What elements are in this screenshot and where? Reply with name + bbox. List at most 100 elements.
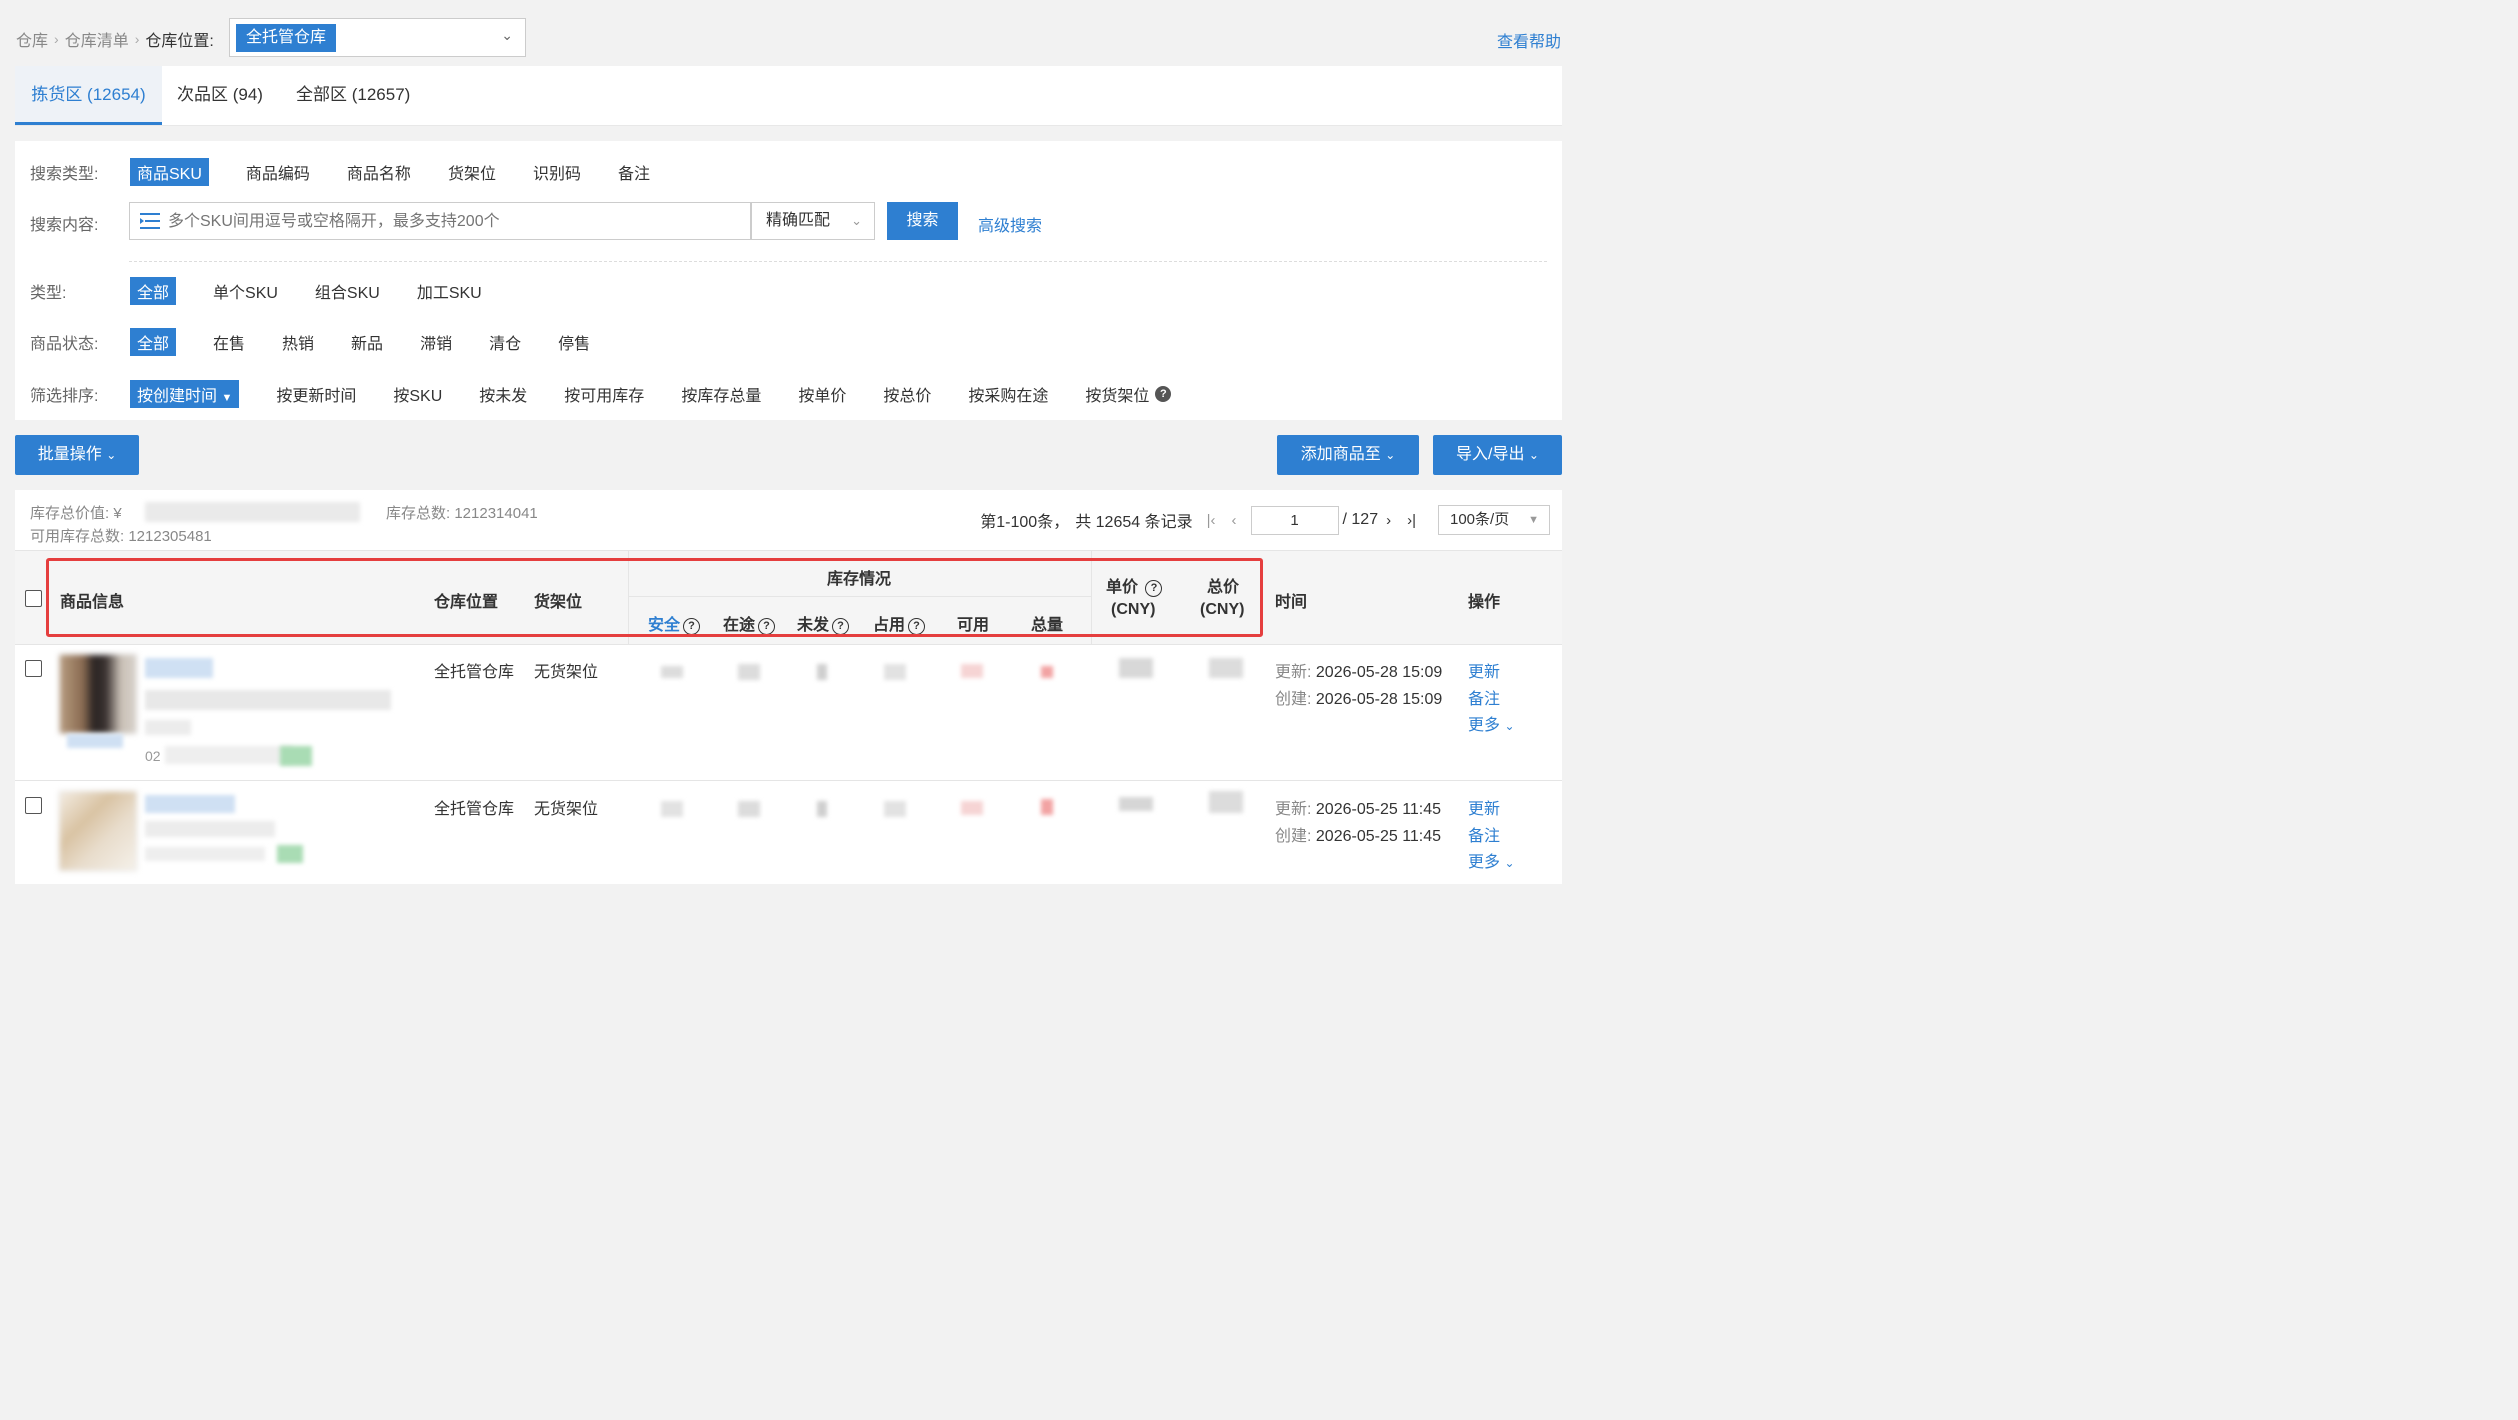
chevron-down-icon: ⌄ — [1504, 719, 1515, 733]
row-location: 全托管仓库 — [434, 801, 515, 818]
chevron-down-icon: ⌄ — [501, 27, 513, 43]
status-option[interactable]: 滞销 — [420, 330, 452, 354]
tab-picking-zone[interactable]: 拣货区 (12654) — [15, 66, 162, 125]
sort-option[interactable]: 按库存总量 — [681, 382, 761, 406]
next-page-icon[interactable]: › — [1386, 512, 1391, 529]
sort-option[interactable]: 按采购在途 — [968, 382, 1048, 406]
row-created: 创建: 2026-05-28 15:09 — [1275, 685, 1442, 709]
match-mode-value: 精确匹配 — [766, 212, 831, 229]
row-checkbox[interactable] — [25, 660, 42, 677]
updated-label: 更新: — [1275, 801, 1312, 818]
breadcrumb-item-warehouse[interactable]: 仓库 — [16, 27, 48, 51]
col-safe[interactable]: 安全? — [648, 611, 701, 635]
more-link[interactable]: 更多 ⌄ — [1468, 711, 1515, 735]
col-unit-price: 单价 ? — [1106, 573, 1163, 597]
add-product-to-button[interactable]: 添加商品至 ⌄ — [1277, 435, 1419, 475]
sort-label: 筛选排序: — [30, 388, 99, 405]
select-all-checkbox[interactable] — [25, 590, 42, 607]
tab-all-zone[interactable]: 全部区 (12657) — [296, 66, 410, 125]
redacted-total-price — [1209, 791, 1243, 813]
redacted-product-name — [145, 821, 275, 837]
search-type-option[interactable]: 商品名称 — [347, 160, 411, 184]
status-option[interactable]: 清仓 — [489, 330, 521, 354]
chevron-right-icon: › — [54, 31, 59, 47]
type-option[interactable]: 加工SKU — [417, 279, 482, 303]
more-link[interactable]: 更多 ⌄ — [1468, 848, 1515, 872]
sort-option[interactable]: 按更新时间 — [276, 382, 356, 406]
help-icon[interactable]: ? — [758, 618, 776, 635]
status-option[interactable]: 热销 — [282, 330, 314, 354]
col-occupied[interactable]: 占用? — [873, 611, 926, 635]
search-button[interactable]: 搜索 — [887, 202, 958, 240]
row-checkbox[interactable] — [25, 797, 42, 814]
type-option[interactable]: 单个SKU — [213, 279, 278, 303]
prev-page-icon[interactable]: ‹ — [1232, 512, 1237, 529]
type-label: 类型: — [30, 285, 67, 302]
warehouse-select[interactable]: 全托管仓库 ⌄ — [229, 18, 526, 57]
type-option[interactable]: 全部 — [130, 277, 177, 305]
sort-option-selected[interactable]: 按创建时间 ▼ — [130, 380, 240, 408]
sort-option[interactable]: 按货架位 — [1085, 382, 1149, 406]
help-icon[interactable]: ? — [1145, 580, 1163, 597]
col-unit-price-label: 单价 — [1106, 579, 1139, 596]
help-icon[interactable]: ? — [683, 618, 701, 635]
search-type-option[interactable]: 识别码 — [533, 160, 581, 184]
help-icon[interactable]: ? — [832, 618, 850, 635]
col-available[interactable]: 可用 — [957, 611, 989, 635]
col-unshipped[interactable]: 未发? — [797, 611, 850, 635]
product-image[interactable] — [59, 791, 137, 871]
redacted-code — [165, 746, 293, 764]
page-size-select[interactable]: 100条/页 ▼ — [1438, 505, 1550, 535]
help-icon[interactable]: ? — [908, 618, 926, 635]
sort-option[interactable]: 按可用库存 — [564, 382, 644, 406]
col-total[interactable]: 总量 — [1031, 611, 1063, 635]
top-bar: 仓库 › 仓库清单 › 仓库位置: 全托管仓库 ⌄ 查看帮助 — [0, 0, 1568, 66]
search-type-option[interactable]: 商品SKU — [130, 158, 209, 186]
row-updated: 更新: 2026-05-25 11:45 — [1275, 795, 1441, 819]
search-type-option[interactable]: 货架位 — [448, 160, 496, 184]
search-type-label: 搜索类型: — [30, 166, 99, 183]
status-option[interactable]: 在售 — [213, 330, 245, 354]
import-export-button[interactable]: 导入/导出 ⌄ — [1433, 435, 1562, 475]
redacted-sku[interactable] — [145, 795, 235, 813]
sort-option[interactable]: 按总价 — [883, 382, 931, 406]
help-link[interactable]: 查看帮助 — [1497, 28, 1561, 52]
redacted-tag — [67, 734, 123, 748]
breadcrumb-item-list[interactable]: 仓库清单 — [65, 27, 129, 51]
search-type-option[interactable]: 备注 — [618, 160, 650, 184]
product-image[interactable] — [59, 654, 137, 734]
search-input[interactable] — [166, 209, 740, 235]
status-option[interactable]: 新品 — [351, 330, 383, 354]
sort-option[interactable]: 按SKU — [393, 382, 442, 406]
caret-down-icon: ▼ — [221, 392, 233, 404]
advanced-search-link[interactable]: 高级搜索 — [978, 212, 1042, 236]
status-option[interactable]: 停售 — [558, 330, 590, 354]
batch-action-button[interactable]: 批量操作 ⌄ — [15, 435, 139, 475]
help-icon[interactable]: ? — [1155, 386, 1172, 402]
redacted-unshipped — [817, 664, 827, 680]
tab-defect-zone[interactable]: 次品区 (94) — [177, 66, 263, 125]
redacted-total-price — [1209, 658, 1243, 678]
update-link[interactable]: 更新 — [1468, 795, 1500, 819]
type-option[interactable]: 组合SKU — [315, 279, 380, 303]
search-content-label: 搜索内容: — [30, 217, 99, 234]
page-input[interactable]: 1 — [1250, 505, 1339, 535]
sort-option[interactable]: 按未发 — [479, 382, 527, 406]
chevron-down-icon: ⌄ — [851, 213, 862, 228]
product-code-prefix: 02 — [145, 748, 161, 764]
first-page-icon[interactable]: |‹ — [1207, 512, 1216, 529]
remark-link[interactable]: 备注 — [1468, 685, 1500, 709]
search-type-option[interactable]: 商品编码 — [246, 160, 310, 184]
redacted-sku[interactable] — [145, 658, 213, 678]
status-option[interactable]: 全部 — [130, 328, 177, 356]
col-in-transit[interactable]: 在途? — [723, 611, 776, 635]
page-count: / 127 — [1342, 511, 1379, 528]
match-mode-select[interactable]: 精确匹配 ⌄ — [751, 202, 875, 240]
sort-option[interactable]: 按单价 — [798, 382, 846, 406]
col-total-price-currency: (CNY) — [1200, 601, 1245, 618]
search-input-box[interactable] — [129, 202, 751, 240]
update-link[interactable]: 更新 — [1468, 658, 1500, 682]
remark-link[interactable]: 备注 — [1468, 822, 1500, 846]
last-page-icon[interactable]: ›| — [1407, 512, 1416, 529]
redacted-code — [145, 847, 265, 861]
